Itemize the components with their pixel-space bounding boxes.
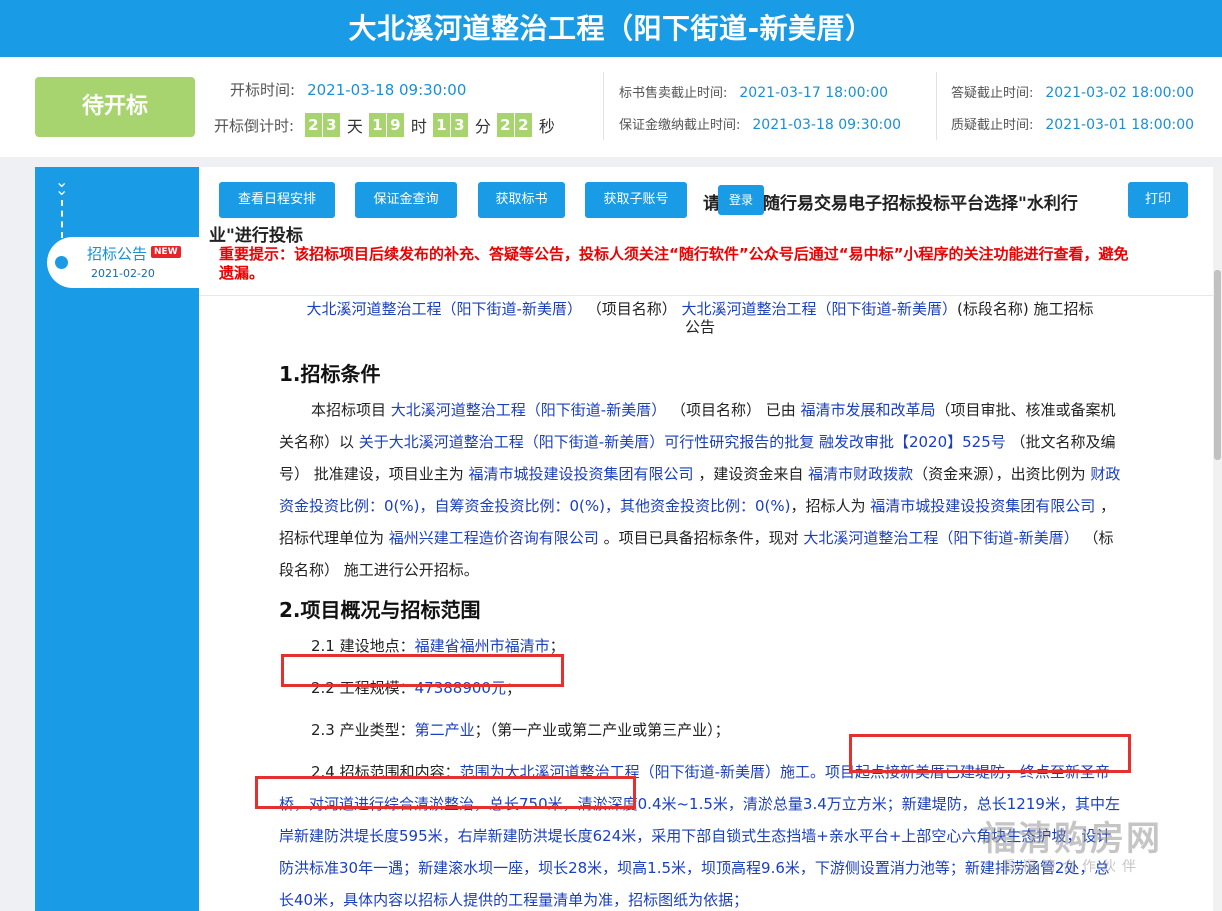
doc-sale-deadline-label: 标书售卖截止时间: (619, 86, 728, 101)
countdown-unit: 天 (346, 117, 363, 136)
countdown-digit: 3 (322, 113, 340, 137)
highlight-box (849, 734, 1131, 773)
platform-notice-line1: 随行易交易电子招标投标平台选择"水利行 (763, 194, 1078, 214)
bid-open-time: 开标时间: 2021-03-18 09:30:00 (230, 79, 466, 100)
print-button[interactable]: 打印 (1128, 182, 1188, 218)
login-button[interactable]: 登录 (718, 185, 764, 215)
para-text: 本招标项目 (311, 401, 391, 419)
query-deadline-value: 2021-03-01 18:00:00 (1045, 117, 1195, 133)
para-text: ，招标人为 (790, 497, 871, 515)
para-link[interactable]: 关于大北溪河道整治工程（阳下街道-新美厝）可行性研究报告的批复 融发改审批【20… (359, 433, 1006, 451)
doc-sale-deadline-value: 2021-03-17 18:00:00 (739, 85, 889, 101)
answer-deadline-value: 2021-03-02 18:00:00 (1045, 85, 1195, 101)
countdown-digit: 9 (386, 113, 404, 137)
timeline-dot-icon (55, 256, 68, 269)
info-bar: 待开标 开标时间: 2021-03-18 09:30:00 开标倒计时: 23天1… (0, 57, 1222, 157)
answer-deadline: 答疑截止时间: 2021-03-02 18:00:00 (951, 82, 1194, 101)
item-text: ；（第一产业或第二产业或第三产业）； (474, 721, 730, 739)
para-text: 。项目已具备招标条件，现对 (598, 529, 804, 547)
item-label: 2.3 产业类型： (311, 721, 415, 739)
important-tip: 重要提示：该招标项目后续发布的补充、答疑等公告，投标人须关注“随行软件”公众号后… (219, 245, 1129, 282)
get-account-button[interactable]: 获取子账号 (585, 182, 687, 218)
highlight-box (255, 776, 636, 809)
platform-notice-line2: 业"进行投标 (209, 226, 303, 246)
countdown-unit: 秒 (538, 117, 555, 136)
countdown-unit: 时 (410, 117, 427, 136)
highlight-box (281, 654, 564, 687)
title-text: 公告 (684, 318, 715, 336)
countdown-digit: 3 (450, 113, 468, 137)
scrollbar-thumb[interactable] (1214, 270, 1221, 460)
schedule-button[interactable]: 查看日程安排 (219, 182, 335, 218)
sidebar-item-bid-notice[interactable]: 招标公告 NEW 2021-02-20 (47, 237, 200, 288)
item-value[interactable]: 第二产业 (415, 721, 475, 739)
divider (936, 72, 937, 140)
announcement-title: 大北溪河道整治工程（阳下街道-新美厝） （项目名称） 大北溪河道整治工程（阳下街… (279, 300, 1121, 350)
countdown-unit: 分 (474, 117, 491, 136)
countdown-digit: 2 (304, 113, 322, 137)
para-link[interactable]: 福清市城投建设投资集团有限公司 (469, 465, 694, 483)
answer-deadline-label: 答疑截止时间: (951, 86, 1034, 101)
item-text: ； (549, 637, 565, 655)
section-paragraph: 本招标项目 大北溪河道整治工程（阳下街道-新美厝） （项目名称） 已由 福清市发… (279, 394, 1121, 586)
deposit-query-button[interactable]: 保证金查询 (355, 182, 457, 218)
double-chevron-down-icon: ⌄ ⌄ (55, 172, 69, 199)
new-badge: NEW (151, 246, 181, 258)
para-text: （项目名称） 已由 (666, 401, 801, 419)
watermark-logo: 福清购房网 看福清合作伙伴 (962, 820, 1182, 876)
title-text: （项目名称） (586, 300, 677, 318)
item-value[interactable]: 福建省福州市福清市 (415, 637, 550, 655)
sidebar-item-label: 招标公告 NEW (87, 243, 181, 264)
deposit-deadline: 保证金缴纳截止时间: 2021-03-18 09:30:00 (619, 114, 901, 133)
project-name-link[interactable]: 大北溪河道整治工程（阳下街道-新美厝） (307, 300, 582, 318)
status-button[interactable]: 待开标 (35, 77, 195, 137)
bid-open-time-value: 2021-03-18 09:30:00 (307, 81, 467, 99)
section-name-link[interactable]: 大北溪河道整治工程（阳下街道-新美厝） (682, 300, 957, 318)
countdown-digit: 1 (368, 113, 386, 137)
para-link[interactable]: 大北溪河道整治工程（阳下街道-新美厝） (391, 401, 666, 419)
page-title: 大北溪河道整治工程（阳下街道-新美厝） (348, 12, 874, 45)
para-text: ，建设资金来自 (693, 465, 809, 483)
countdown-digit: 2 (496, 113, 514, 137)
doc-sale-deadline: 标书售卖截止时间: 2021-03-17 18:00:00 (619, 82, 888, 101)
sidebar-item-title: 招标公告 (87, 245, 148, 263)
para-link[interactable]: 福州兴建工程造价咨询有限公司 (389, 529, 599, 547)
countdown-digit: 1 (432, 113, 450, 137)
countdown: 开标倒计时: 23天19时13分22秒 (214, 113, 561, 137)
para-link[interactable]: 福清市发展和改革局 (801, 401, 936, 419)
divider (199, 295, 1213, 296)
watermark-main: 福清购房网 (982, 819, 1162, 859)
item-label: 2.1 建设地点： (311, 637, 415, 655)
para-link[interactable]: 福清市城投建设投资集团有限公司 (870, 497, 1095, 515)
query-deadline: 质疑截止时间: 2021-03-01 18:00:00 (951, 114, 1194, 133)
countdown-digit: 2 (514, 113, 532, 137)
sidebar-item-date: 2021-02-20 (91, 267, 155, 280)
section-heading: 1.招标条件 (279, 362, 381, 386)
deposit-deadline-label: 保证金缴纳截止时间: (619, 118, 741, 133)
divider (603, 72, 604, 140)
timeline-connector (61, 200, 63, 238)
countdown-label: 开标倒计时: (214, 116, 295, 135)
watermark-sub: 看福清合作伙伴 (1002, 859, 1142, 875)
deposit-deadline-value: 2021-03-18 09:30:00 (752, 117, 902, 133)
bid-open-time-label: 开标时间: (230, 81, 296, 99)
section-heading: 2.项目概况与招标范围 (279, 598, 481, 622)
title-bar: 大北溪河道整治工程（阳下街道-新美厝） (0, 0, 1222, 57)
title-text: (标段名称) 施工招标 (956, 300, 1094, 318)
query-deadline-label: 质疑截止时间: (951, 118, 1034, 133)
get-docs-button[interactable]: 获取标书 (478, 182, 565, 218)
para-link[interactable]: 福清市财政拨款 (808, 465, 913, 483)
para-link[interactable]: 大北溪河道整治工程（阳下街道-新美厝） (803, 529, 1078, 547)
para-text: （资金来源），出资比例为 (913, 465, 1091, 483)
